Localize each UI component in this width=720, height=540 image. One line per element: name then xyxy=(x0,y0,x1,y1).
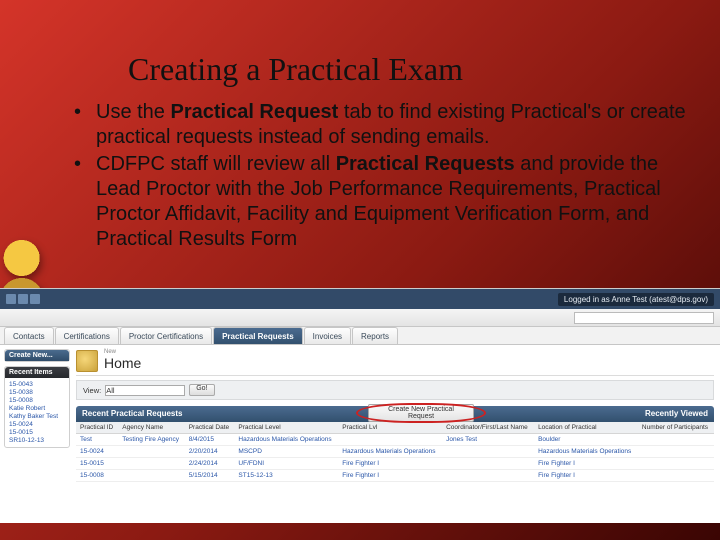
view-label: View: xyxy=(83,386,101,395)
embedded-screenshot: Logged in as Anne Test (atest@dps.gov) C… xyxy=(0,288,720,523)
recently-viewed-label: Recently Viewed xyxy=(645,406,708,422)
bullet-list: Use the Practical Request tab to find ex… xyxy=(74,100,690,254)
section-title: Recent Practical Requests xyxy=(82,406,183,422)
app-logo xyxy=(6,294,40,304)
create-new-header: Create New... xyxy=(5,350,69,361)
login-status: Logged in as Anne Test (atest@dps.gov) xyxy=(558,293,714,306)
column-header[interactable]: Practical Date xyxy=(185,422,235,434)
main-panel: New Home View: All Go! Recent Practical … xyxy=(74,345,720,523)
column-header[interactable]: Number of Participants xyxy=(638,422,714,434)
tab-contacts[interactable]: Contacts xyxy=(4,327,54,344)
page-title: Home xyxy=(104,355,141,371)
recent-item[interactable]: 15-0015 xyxy=(9,429,65,436)
bullet-item: Use the Practical Request tab to find ex… xyxy=(74,100,690,150)
column-header[interactable]: Practical Level xyxy=(234,422,338,434)
table-row[interactable]: 15-00152/24/2014UF/FDNIFire Fighter IFir… xyxy=(76,458,714,470)
view-filter-row: View: All Go! xyxy=(76,380,714,400)
go-button[interactable]: Go! xyxy=(189,384,214,396)
tab-certifications[interactable]: Certifications xyxy=(55,327,119,344)
view-select[interactable]: All xyxy=(105,385,185,396)
tab-invoices[interactable]: Invoices xyxy=(304,327,351,344)
recent-item[interactable]: Katie Robert xyxy=(9,405,65,412)
create-new-panel[interactable]: Create New... xyxy=(4,349,70,362)
tab-bar: ContactsCertificationsProctor Certificat… xyxy=(0,327,720,345)
column-header[interactable]: Practical ID xyxy=(76,422,118,434)
home-icon xyxy=(76,350,98,372)
search-input[interactable] xyxy=(574,312,714,324)
tab-reports[interactable]: Reports xyxy=(352,327,398,344)
section-header: Recent Practical Requests Create New Pra… xyxy=(76,406,714,422)
practical-requests-table: Practical IDAgency NamePractical DatePra… xyxy=(76,422,714,482)
column-header[interactable]: Location of Practical xyxy=(534,422,638,434)
sidebar: Create New... Recent Items 15-004315-003… xyxy=(0,345,74,523)
app-toolbar xyxy=(0,309,720,327)
table-row[interactable]: 15-00085/15/2014ST15-12-13Fire Fighter I… xyxy=(76,470,714,482)
recent-item[interactable]: 15-0043 xyxy=(9,381,65,388)
recent-item[interactable]: 15-0038 xyxy=(9,389,65,396)
recent-items-header: Recent Items xyxy=(5,367,69,378)
column-header[interactable]: Agency Name xyxy=(118,422,184,434)
bullet-item: CDFPC staff will review all Practical Re… xyxy=(74,152,690,252)
table-row[interactable]: 15-00242/20/2014MSCPDHazardous Materials… xyxy=(76,446,714,458)
recent-item[interactable]: 15-0008 xyxy=(9,397,65,404)
tab-practical-requests[interactable]: Practical Requests xyxy=(213,327,303,344)
recent-item[interactable]: 15-0024 xyxy=(9,421,65,428)
slide-title: Creating a Practical Exam xyxy=(128,52,463,87)
recent-item[interactable]: SR10-12-13 xyxy=(9,437,65,444)
tab-proctor-certifications[interactable]: Proctor Certifications xyxy=(120,327,212,344)
app-header: Logged in as Anne Test (atest@dps.gov) xyxy=(0,289,720,309)
create-new-practical-button[interactable]: Create New Practical Request xyxy=(368,404,474,422)
table-row[interactable]: TestTesting Fire Agency8/4/2015Hazardous… xyxy=(76,434,714,446)
recent-items-panel: Recent Items 15-004315-003815-0008Katie … xyxy=(4,366,70,448)
recent-item[interactable]: Kathy Baker Test xyxy=(9,413,65,420)
